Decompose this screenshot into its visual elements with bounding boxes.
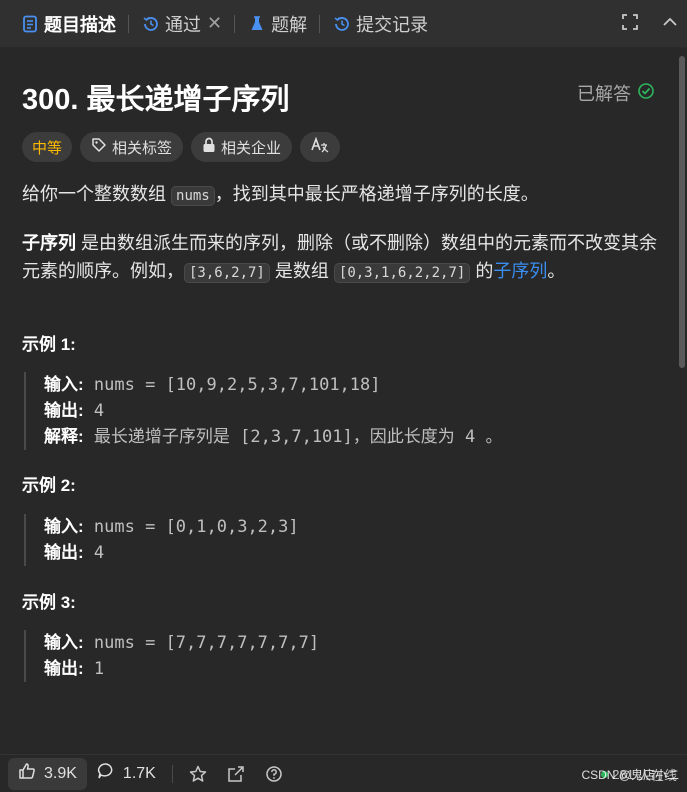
like-button[interactable]: 3.9K: [8, 757, 87, 790]
output-label: 输出:: [44, 543, 84, 562]
expand-icon[interactable]: [621, 13, 639, 36]
close-icon[interactable]: ✕: [207, 13, 222, 34]
input-label: 输入:: [44, 375, 84, 394]
translate-icon: [311, 136, 329, 157]
example-1-heading: 示例 1:: [22, 335, 76, 354]
example-output: 1: [93, 659, 105, 679]
example-input: nums = [0,1,0,3,2,3]: [93, 517, 299, 537]
solved-status: 已解答: [577, 80, 655, 106]
tab-divider: [319, 14, 321, 33]
example-input-line: 输入: nums = [10,9,2,5,3,7,101,18]: [44, 372, 503, 398]
explanation-text: ，因此长度为: [352, 427, 455, 446]
related-companies-button[interactable]: 相关企业: [191, 132, 293, 162]
example-2-heading: 示例 2:: [22, 476, 76, 495]
output-label: 输出:: [44, 659, 84, 678]
history-icon: [332, 14, 352, 34]
output-label: 输出:: [44, 401, 84, 420]
explanation-text: 。: [485, 427, 503, 446]
problem-statement: 给你一个整数数组 nums ，找到其中最长严格递增子序列的长度。: [22, 180, 662, 210]
comment-icon: [97, 762, 115, 785]
definition-text: 是数组: [274, 261, 329, 281]
document-icon: [20, 14, 40, 34]
watermark: CSDN @鬼店小二: [581, 768, 679, 782]
example-input: nums = [10,9,2,5,3,7,101,18]: [93, 375, 381, 395]
example-output: 4: [93, 401, 105, 421]
translate-button[interactable]: [300, 132, 341, 162]
input-label: 输入:: [44, 633, 84, 652]
inline-code: [3,6,2,7]: [184, 263, 270, 283]
problem-description-panel: 300. 最长递增子序列 已解答 中等 相关标签 相关企业 给你一个整数数组 n…: [0, 48, 687, 754]
scrollbar-thumb[interactable]: [679, 56, 685, 368]
example-input-line: 输入: nums = [0,1,0,3,2,3]: [44, 514, 299, 540]
history-icon: [141, 14, 161, 34]
tab-submissions[interactable]: 提交记录: [328, 0, 432, 48]
lock-icon: [202, 137, 216, 157]
statement-text: ，找到其中最长严格递增子序列的长度。: [214, 184, 539, 204]
tab-accepted[interactable]: 通过 ✕: [137, 0, 226, 48]
example-output-line: 输出: 4: [44, 540, 299, 566]
comments-button[interactable]: 1.7K: [87, 758, 166, 790]
problem-title: 300. 最长递增子序列: [22, 84, 290, 116]
difficulty-badge[interactable]: 中等: [22, 132, 73, 162]
example-2-block: 输入: nums = [0,1,0,3,2,3] 输出: 4: [24, 514, 299, 566]
inline-code: [0,3,1,6,2,2,7]: [333, 263, 471, 283]
comment-count: 1.7K: [122, 764, 156, 782]
tab-bar-actions: [621, 0, 679, 48]
example-3-block: 输入: nums = [7,7,7,7,7,7,7] 输出: 1: [24, 630, 319, 682]
tag-icon: [91, 137, 107, 157]
explanation-number: 4: [465, 427, 476, 447]
example-1-block: 输入: nums = [10,9,2,5,3,7,101,18] 输出: 4 解…: [24, 372, 503, 450]
explanation-text: 最长递增子序列是: [93, 427, 230, 446]
footer-divider: [171, 764, 173, 783]
subsequence-link[interactable]: 子序列: [493, 261, 547, 281]
check-circle-icon: [637, 82, 655, 105]
share-icon[interactable]: [227, 765, 245, 783]
example-output-line: 输出: 4: [44, 398, 503, 424]
tab-description[interactable]: 题目描述: [16, 0, 120, 48]
explanation-label: 解释:: [44, 427, 84, 446]
solved-status-label: 已解答: [577, 84, 631, 104]
like-count: 3.9K: [44, 764, 77, 782]
thumbs-up-icon: [18, 762, 36, 785]
help-icon[interactable]: [265, 765, 283, 783]
definition-term: 子序列: [22, 233, 76, 253]
input-label: 输入:: [44, 517, 84, 536]
star-icon[interactable]: [189, 765, 207, 783]
example-output-line: 输出: 1: [44, 656, 319, 682]
tab-divider: [234, 14, 236, 33]
inline-code: nums: [171, 186, 215, 206]
tab-description-label: 题目描述: [44, 14, 116, 35]
example-explanation-line: 解释: 最长递增子序列是 [2,3,7,101]，因此长度为 4 。: [44, 424, 503, 450]
tab-solutions-label: 题解: [271, 14, 308, 35]
tab-submissions-label: 提交记录: [356, 14, 429, 35]
chevron-up-icon[interactable]: [661, 13, 679, 36]
related-tags-label: 相关标签: [112, 139, 173, 157]
definition-text: 。: [547, 261, 566, 281]
flask-icon: [247, 14, 267, 34]
example-input-line: 输入: nums = [7,7,7,7,7,7,7]: [44, 630, 319, 656]
example-3-heading: 示例 3:: [22, 593, 76, 612]
definition-text: 的: [475, 261, 494, 281]
tab-bar: 题目描述 通过 ✕ 题解 提交记录: [0, 0, 687, 48]
statement-text: 给你一个整数数组: [22, 184, 166, 204]
tab-divider: [128, 14, 129, 33]
explanation-code: [2,3,7,101]: [240, 427, 353, 447]
related-tags-button[interactable]: 相关标签: [80, 132, 184, 162]
related-companies-label: 相关企业: [221, 139, 282, 157]
tag-row: 中等 相关标签 相关企业: [22, 132, 341, 162]
tab-solutions[interactable]: 题解: [243, 0, 311, 48]
tab-accepted-label: 通过: [165, 14, 201, 35]
example-input: nums = [7,7,7,7,7,7,7]: [93, 633, 320, 653]
example-output: 4: [93, 543, 105, 563]
subsequence-definition: 子序列 是由数组派生而来的序列，删除（或不删除）数组中的元素而不改变其余元素的顺…: [22, 229, 662, 287]
